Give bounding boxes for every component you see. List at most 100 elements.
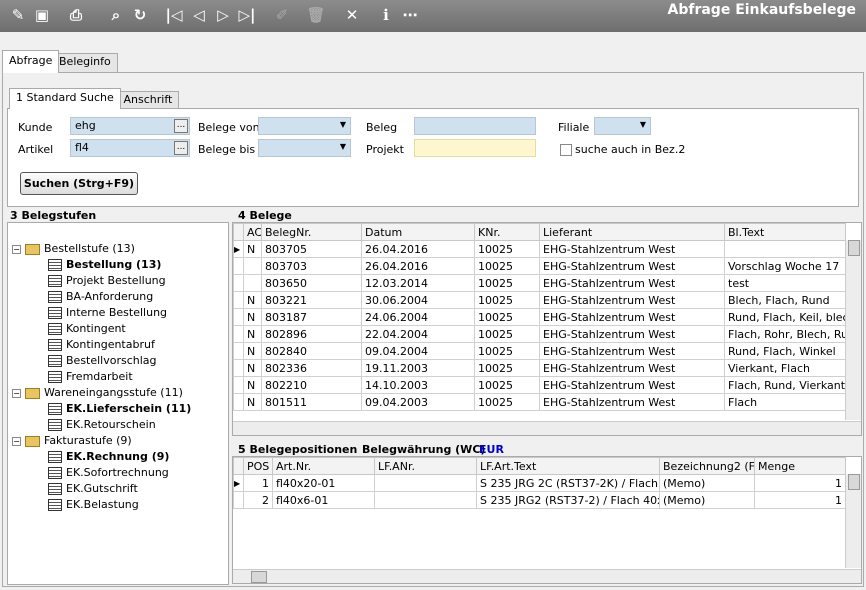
kunde-lookup-button[interactable]: ... (174, 119, 188, 133)
table-cell (243, 274, 262, 292)
column-header[interactable]: Menge (754, 457, 846, 475)
table-cell: 10025 (474, 376, 540, 394)
tree-item-ek-gutschrift[interactable]: EK.Gutschrift (48, 481, 138, 497)
last-icon[interactable]: ▷| (237, 5, 257, 25)
info-icon[interactable]: ℹ (376, 5, 396, 25)
next-icon[interactable]: ▷ (213, 5, 233, 25)
tab-abfrage[interactable]: Abfrage (2, 50, 60, 73)
scroll-thumb[interactable] (848, 240, 860, 256)
table-cell: EHG-Stahlzentrum West (539, 376, 725, 394)
collapse-icon[interactable]: − (12, 436, 21, 446)
table-icon (48, 339, 62, 351)
tree-item-ba-anforderung[interactable]: BA-Anforderung (48, 289, 153, 305)
column-header[interactable]: Bl.Text (724, 223, 846, 241)
pencil-icon[interactable]: ✐ (272, 5, 292, 25)
belege-horizontal-scrollbar[interactable] (233, 421, 861, 435)
column-header[interactable]: KNr. (474, 223, 540, 241)
table-row[interactable]: 803703 26.04.2016 10025 EHG-Stahlzentrum We… (233, 257, 846, 275)
tree-item-ek-rechnung[interactable]: EK.Rechnung (9) (48, 449, 169, 465)
tree-item-bestellung[interactable]: Bestellung (13) (48, 257, 161, 273)
close-icon[interactable]: ✕ (342, 5, 362, 25)
table-cell: EHG-Stahlzentrum West (539, 240, 725, 258)
belege-vertical-scrollbar[interactable] (845, 240, 861, 420)
table-row[interactable]: ▶ 1 fl40x20-01 S 235 JRG 2C (RST37-2K) / Fl… (233, 474, 846, 492)
collapse-icon[interactable]: − (12, 388, 21, 398)
column-header[interactable]: Lieferant (539, 223, 725, 241)
artikel-field[interactable]: fl4 ... (70, 139, 190, 157)
currency-label: Belegwährung (WC) (362, 443, 486, 456)
tree-item-label: BA-Anforderung (66, 290, 154, 303)
table-cell: Vierkant, Flach (724, 359, 846, 377)
print-icon[interactable]: ⎙ (66, 5, 86, 25)
save-icon[interactable]: ▣ (32, 5, 52, 25)
tab-beleginfo[interactable]: Beleginfo (52, 53, 118, 72)
column-header[interactable]: Bezeichnung2 (F2) (659, 457, 755, 475)
search-icon[interactable]: ⌕ (106, 5, 126, 25)
scroll-thumb[interactable] (848, 474, 860, 490)
tree-item-projekt-bestellung[interactable]: Projekt Bestellung (48, 273, 166, 289)
column-header[interactable]: AC (243, 223, 262, 241)
tab-standard-suche[interactable]: 1 Standard Suche (9, 88, 121, 109)
tree-item-ek-belastung[interactable]: EK.Belastung (48, 497, 139, 513)
table-row[interactable]: N 802896 22.04.2004 10025 EHG-Stahlzentrum W… (233, 325, 846, 343)
beleg-field[interactable] (414, 117, 536, 135)
scroll-thumb[interactable] (251, 571, 267, 583)
prev-icon[interactable]: ◁ (189, 5, 209, 25)
belege-bis-select[interactable] (258, 139, 351, 157)
table-row[interactable]: ▶ N 803705 26.04.2016 10025 EHG-Stahlzentrum … (233, 240, 846, 258)
tree-item-kontingent[interactable]: Kontingent (48, 321, 126, 337)
trash-icon[interactable]: 🗑 (306, 5, 326, 25)
tree-item-kontingentabruf[interactable]: Kontingentabruf (48, 337, 155, 353)
table-row[interactable]: N 801511 09.04.2003 10025 EHG-Stahlzentrum W… (233, 393, 846, 411)
table-row[interactable]: N 802210 14.10.2003 10025 EHG-Stahlzentrum W… (233, 376, 846, 394)
column-header[interactable]: BelegNr. (261, 223, 362, 241)
table-cell: S 235 JRG 2C (RST37-2K) / Flach 40x2 (476, 474, 660, 492)
search-button[interactable]: Suchen (Strg+F9) (20, 172, 138, 195)
tree-item-ek-retourschein[interactable]: EK.Retourschein (48, 417, 156, 433)
tree-item-interne-bestellung[interactable]: Interne Bestellung (48, 305, 167, 321)
table-row[interactable]: N 803221 30.06.2004 10025 EHG-Stahlzentrum W… (233, 291, 846, 309)
suche-bez2-checkbox[interactable] (560, 144, 572, 156)
filiale-select[interactable] (594, 117, 651, 135)
refresh-icon[interactable]: ↻ (130, 5, 150, 25)
table-cell: 10025 (474, 240, 540, 258)
table-row[interactable]: N 802840 09.04.2004 10025 EHG-Stahlzentrum W… (233, 342, 846, 360)
column-header[interactable]: LF.Art.Text (476, 457, 660, 475)
column-header[interactable]: LF.ANr. (374, 457, 477, 475)
more-icon[interactable]: ⋯ (400, 5, 420, 25)
tree-item-ek-lieferschein[interactable]: EK.Lieferschein (11) (48, 401, 191, 417)
artikel-lookup-button[interactable]: ... (174, 141, 188, 155)
tree-item-ek-sofortrechnung[interactable]: EK.Sofortrechnung (48, 465, 169, 481)
column-header[interactable]: Art.Nr. (272, 457, 375, 475)
edit-icon[interactable]: ✎ (8, 5, 28, 25)
table-row[interactable]: 803650 12.03.2014 10025 EHG-Stahlzentrum We… (233, 274, 846, 292)
positionen-vertical-scrollbar[interactable] (845, 474, 861, 568)
tree-group-fakturastufe[interactable]: − Fakturastufe (9) (12, 433, 132, 449)
table-icon (48, 451, 62, 463)
tree-group-bestellstufe[interactable]: − Bestellstufe (13) (12, 241, 135, 257)
beleg-label: Beleg (366, 121, 398, 134)
column-header[interactable]: POS (243, 457, 273, 475)
belege-von-select[interactable] (258, 117, 351, 135)
table-cell: 19.11.2003 (361, 359, 475, 377)
table-cell: EHG-Stahlzentrum West (539, 342, 725, 360)
tree-item-bestellvorschlag[interactable]: Bestellvorschlag (48, 353, 157, 369)
belege-grid-panel: AC BelegNr. Datum KNr. Lieferant Bl.Text… (232, 222, 862, 436)
tree-group-wareneingangsstufe[interactable]: − Wareneingangsstufe (11) (12, 385, 183, 401)
table-row[interactable]: 2 fl40x6-01 S 235 JRG2 (RST37-2) / Flach 4… (233, 491, 846, 509)
collapse-icon[interactable]: − (12, 244, 21, 254)
projekt-field[interactable] (414, 139, 536, 157)
table-cell: EHG-Stahlzentrum West (539, 308, 725, 326)
positionen-horizontal-scrollbar[interactable] (233, 569, 861, 583)
table-cell: 1 (243, 474, 273, 492)
table-row[interactable]: N 802336 19.11.2003 10025 EHG-Stahlzentrum W… (233, 359, 846, 377)
table-cell: 09.04.2003 (361, 393, 475, 411)
tree-item-fremdarbeit[interactable]: Fremdarbeit (48, 369, 133, 385)
first-icon[interactable]: |◁ (164, 5, 184, 25)
kunde-field[interactable]: ehg ... (70, 117, 190, 135)
current-row-indicator-icon: ▶ (233, 474, 244, 492)
column-header[interactable]: Datum (361, 223, 475, 241)
tree-item-label: Bestellvorschlag (66, 354, 157, 367)
table-row[interactable]: N 803187 24.06.2004 10025 EHG-Stahlzentrum W… (233, 308, 846, 326)
table-icon (48, 259, 62, 271)
